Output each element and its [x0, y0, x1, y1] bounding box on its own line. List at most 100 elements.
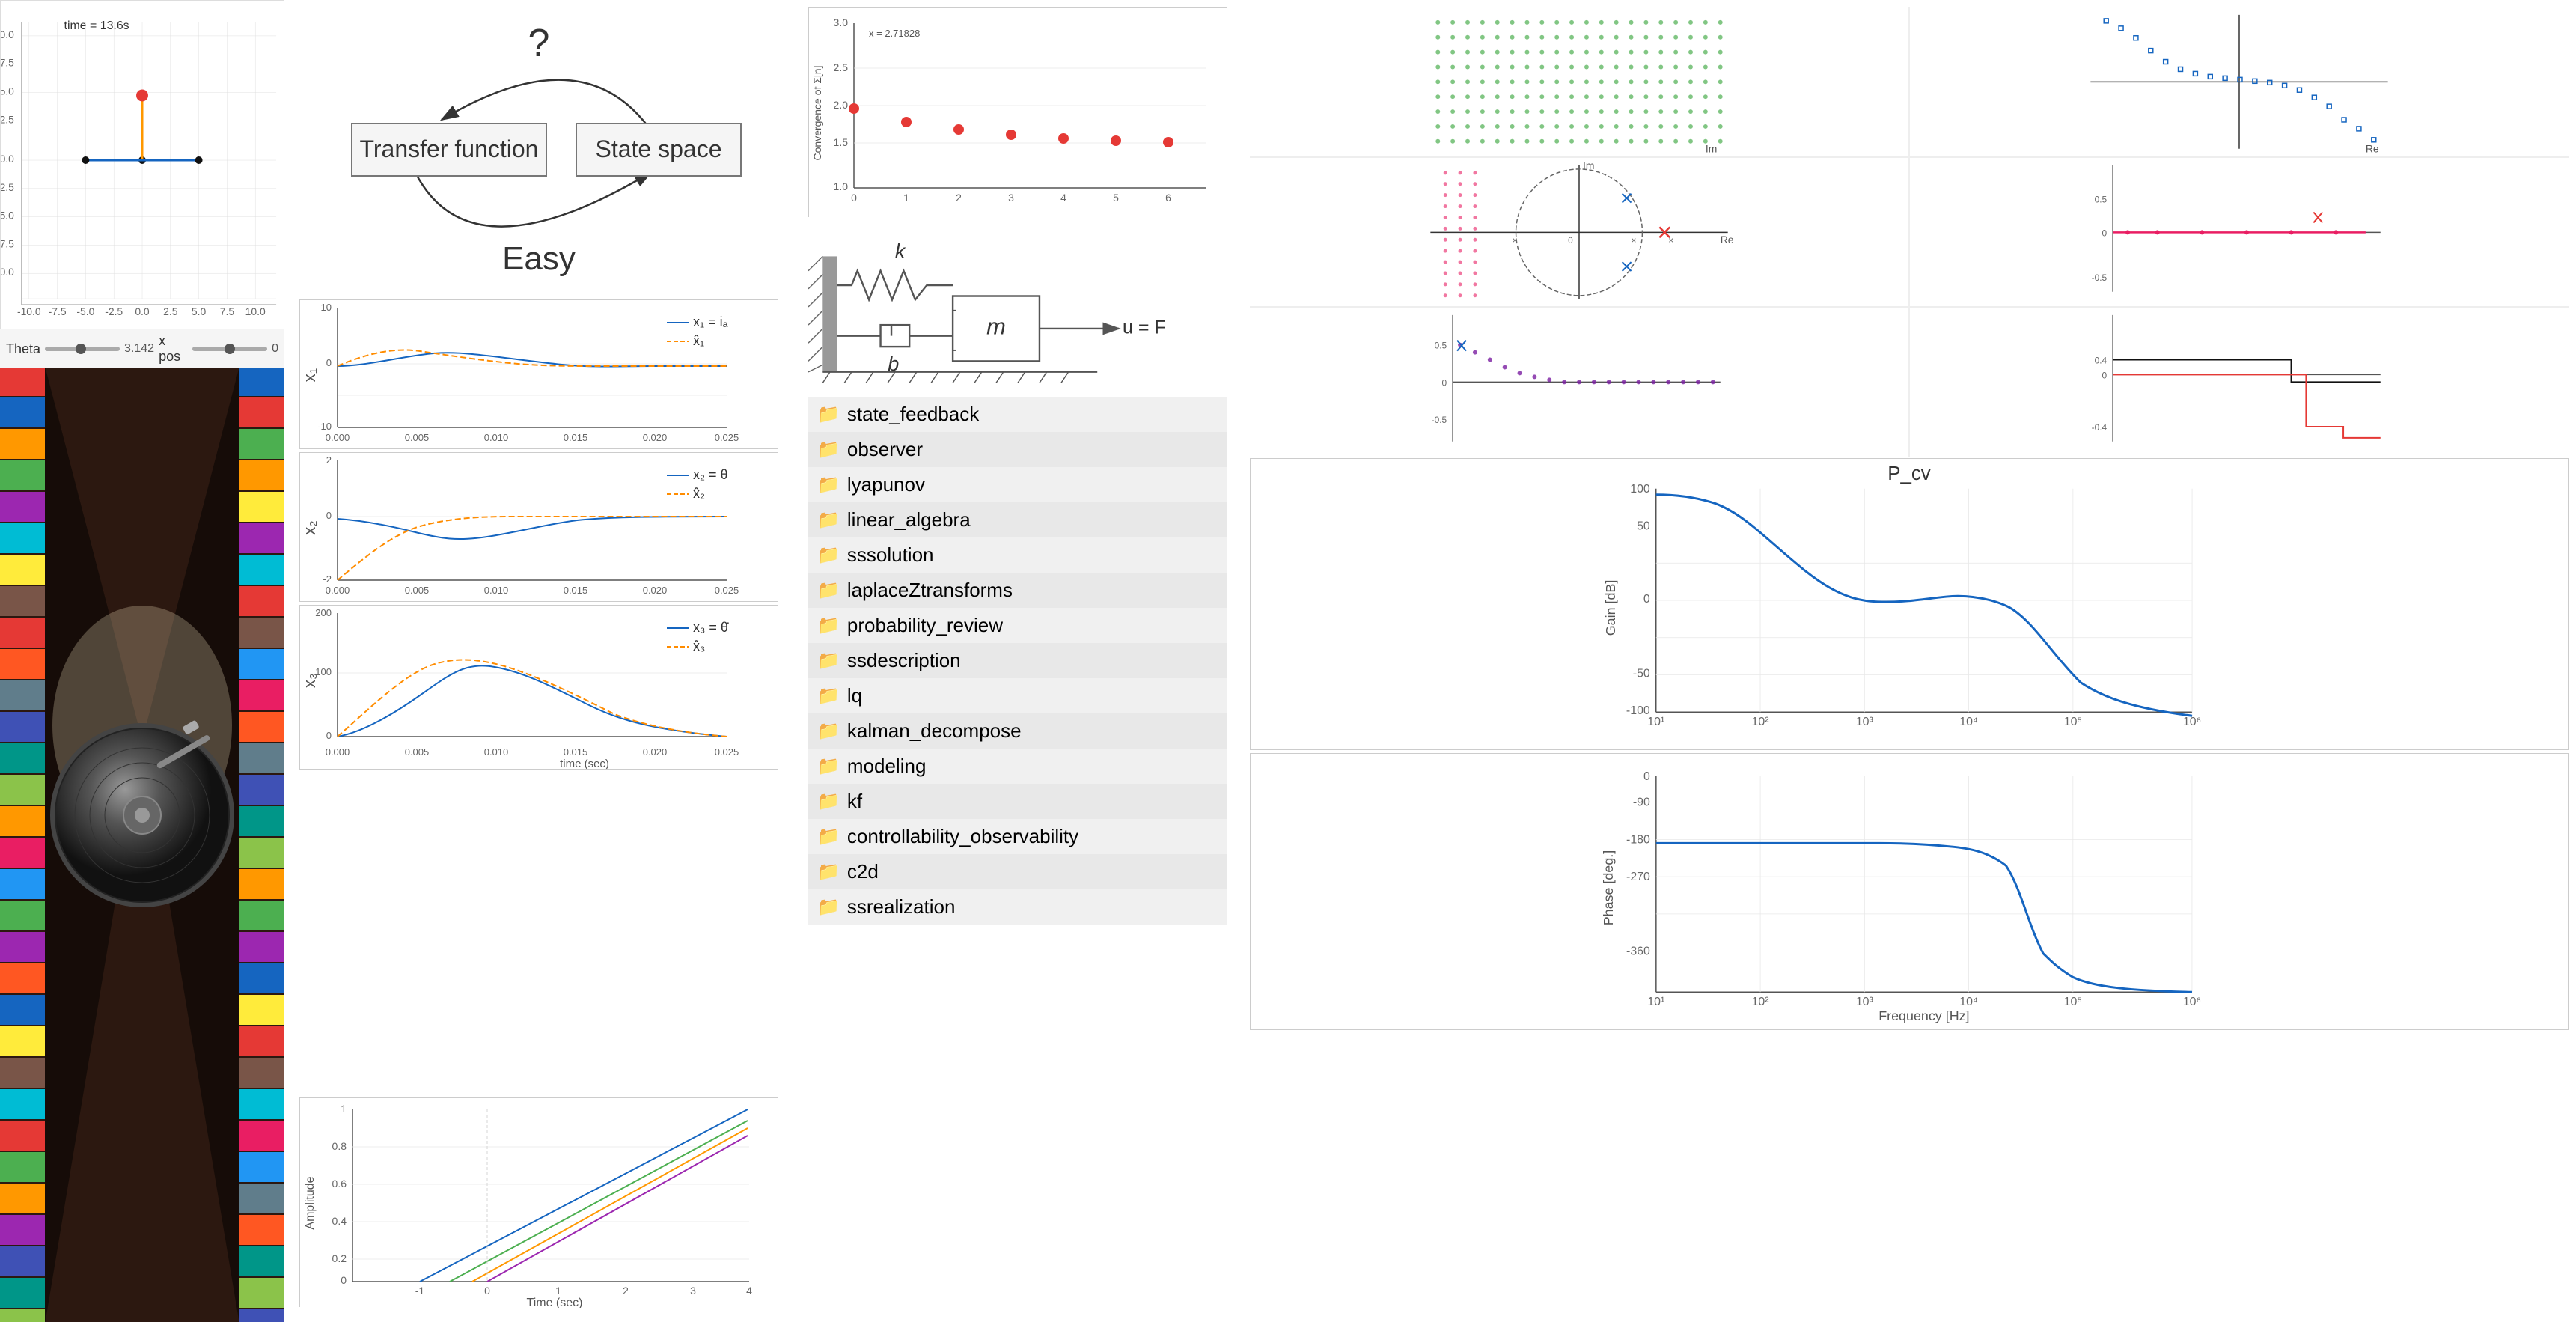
svg-text:x̂₂: x̂₂	[693, 486, 705, 501]
file-item-kalman[interactable]: 📁 kalman_decompose	[808, 713, 1227, 749]
column-3: 3.0 2.5 2.0 1.5 1.0 0 1 2 3 4 5 6 Conver…	[793, 0, 1242, 1322]
file-item-lyapunov[interactable]: 📁 lyapunov	[808, 467, 1227, 502]
svg-text:10³: 10³	[1856, 716, 1873, 728]
svg-text:10¹: 10¹	[1647, 996, 1664, 1008]
file-item-c2d[interactable]: 📁 c2d	[808, 854, 1227, 889]
svg-text:1.0: 1.0	[834, 180, 849, 192]
svg-text:time (sec): time (sec)	[560, 758, 609, 770]
svg-text:-7.5: -7.5	[49, 305, 67, 317]
svg-text:1: 1	[341, 1103, 347, 1115]
x2-plot: x₂ 2 0 -2 0.000 0.005 0.010 0.015 0.020 …	[299, 452, 778, 602]
svg-text:0: 0	[1643, 593, 1650, 606]
file-item-ssdescription[interactable]: 📁 ssdescription	[808, 643, 1227, 678]
file-item-modeling[interactable]: 📁 modeling	[808, 749, 1227, 784]
svg-text:-0.5: -0.5	[1432, 415, 1447, 425]
svg-text:x = 2.71828: x = 2.71828	[869, 28, 920, 39]
svg-text:0.0: 0.0	[135, 305, 150, 317]
bode-plot-phase: 0 -90 -180 -270 -360 Phase [deg.] 10¹ 10…	[1250, 753, 2569, 1030]
svg-text:0.010: 0.010	[484, 432, 509, 443]
file-name: kf	[847, 790, 862, 813]
bode-plot-gain: P_cv 100 50 0 -50 -100 Gain [dB]	[1250, 458, 2569, 750]
svg-text:0.0: 0.0	[1, 153, 14, 165]
svg-text:4: 4	[746, 1285, 752, 1297]
svg-text:7.5: 7.5	[1, 57, 14, 69]
file-name: controllability_observability	[847, 825, 1078, 848]
svg-text:0.5: 0.5	[2095, 194, 2108, 204]
svg-text:k: k	[895, 240, 906, 262]
svg-text:0.010: 0.010	[484, 585, 509, 596]
file-item-ssrealization[interactable]: 📁 ssrealization	[808, 889, 1227, 925]
svg-text:0: 0	[2102, 371, 2108, 381]
svg-text:0: 0	[2102, 228, 2108, 238]
transfer-diagram: ? Transfer function State space	[299, 15, 778, 299]
xpos-label: x pos	[159, 333, 188, 365]
svg-text:0.000: 0.000	[326, 432, 350, 443]
svg-text:0.010: 0.010	[484, 746, 509, 758]
svg-text:3.0: 3.0	[834, 16, 849, 28]
file-item-kf[interactable]: 📁 kf	[808, 784, 1227, 819]
file-name: ssrealization	[847, 895, 956, 919]
svg-text:-10: -10	[317, 421, 332, 432]
file-item-observer[interactable]: 📁 observer	[808, 432, 1227, 467]
file-name: kalman_decompose	[847, 719, 1022, 743]
folder-icon: 📁	[817, 579, 840, 601]
folder-icon: 📁	[817, 896, 840, 918]
svg-text:-0.5: -0.5	[2092, 272, 2108, 283]
folder-icon: 📁	[817, 826, 840, 847]
folder-icon: 📁	[817, 509, 840, 531]
svg-text:×: ×	[1668, 235, 1673, 246]
svg-text:-180: -180	[1626, 833, 1650, 846]
file-item-state-feedback[interactable]: 📁 state_feedback	[808, 397, 1227, 432]
svg-text:2: 2	[326, 454, 332, 466]
file-item-sssolution[interactable]: 📁 sssolution	[808, 537, 1227, 573]
svg-text:Re: Re	[1721, 234, 1734, 246]
file-item-laplace[interactable]: 📁 laplaceZtransforms	[808, 573, 1227, 608]
svg-text:10⁵: 10⁵	[2064, 716, 2082, 728]
svg-text:0: 0	[1568, 235, 1573, 246]
file-item-linear-algebra[interactable]: 📁 linear_algebra	[808, 502, 1227, 537]
xpos-slider[interactable]	[192, 347, 267, 351]
svg-text:10¹: 10¹	[1647, 716, 1664, 728]
svg-text:0.020: 0.020	[643, 746, 668, 758]
svg-text:10⁴: 10⁴	[1959, 716, 1978, 728]
file-name: ssdescription	[847, 649, 961, 672]
svg-text:Gain [dB]: Gain [dB]	[1603, 580, 1618, 636]
file-list: 📁 state_feedback 📁 observer 📁 lyapunov 📁…	[808, 397, 1227, 1315]
svg-text:0.015: 0.015	[564, 432, 588, 443]
svg-text:4: 4	[1060, 192, 1066, 204]
theta-slider[interactable]	[45, 347, 120, 351]
svg-text:0.025: 0.025	[715, 432, 739, 443]
svg-text:3: 3	[1008, 192, 1014, 204]
file-item-lq[interactable]: 📁 lq	[808, 678, 1227, 713]
svg-text:0: 0	[326, 730, 332, 741]
question-mark: ?	[528, 22, 550, 65]
svg-text:-1: -1	[415, 1285, 425, 1297]
svg-text:-0.4: -0.4	[2092, 422, 2108, 433]
slider-row: Theta 3.142 x pos 0	[0, 329, 284, 368]
column-2: ? Transfer function State space	[284, 0, 793, 1322]
svg-text:0.4: 0.4	[332, 1215, 347, 1227]
svg-text:100: 100	[1630, 483, 1650, 496]
file-name: observer	[847, 438, 923, 461]
column-1: time = 13.6s	[0, 0, 284, 1322]
svg-text:0.015: 0.015	[564, 585, 588, 596]
svg-text:-270: -270	[1626, 871, 1650, 883]
svg-text:Im: Im	[1583, 159, 1594, 171]
svg-text:2.5: 2.5	[163, 305, 178, 317]
svg-text:Amplitude: Amplitude	[304, 1176, 317, 1229]
transfer-function-label: Transfer function	[360, 135, 539, 162]
svg-text:0.020: 0.020	[643, 432, 668, 443]
svg-text:x₃ = θ̇: x₃ = θ̇	[693, 620, 729, 635]
pz-panel-tl: Im	[1250, 7, 1908, 156]
pz-panel-ml: Re Im 0 × × ×	[1250, 158, 1908, 307]
svg-text:Frequency [Hz]: Frequency [Hz]	[1878, 1008, 1969, 1023]
easy-label: Easy	[502, 240, 576, 277]
svg-text:0.005: 0.005	[405, 746, 430, 758]
svg-text:x̂₃: x̂₃	[693, 639, 705, 654]
file-item-controllability[interactable]: 📁 controllability_observability	[808, 819, 1227, 854]
svg-text:10³: 10³	[1856, 996, 1873, 1008]
theta-label: Theta	[6, 341, 40, 357]
svg-text:1: 1	[555, 1285, 561, 1297]
file-item-probability[interactable]: 📁 probability_review	[808, 608, 1227, 643]
svg-text:2: 2	[623, 1285, 629, 1297]
